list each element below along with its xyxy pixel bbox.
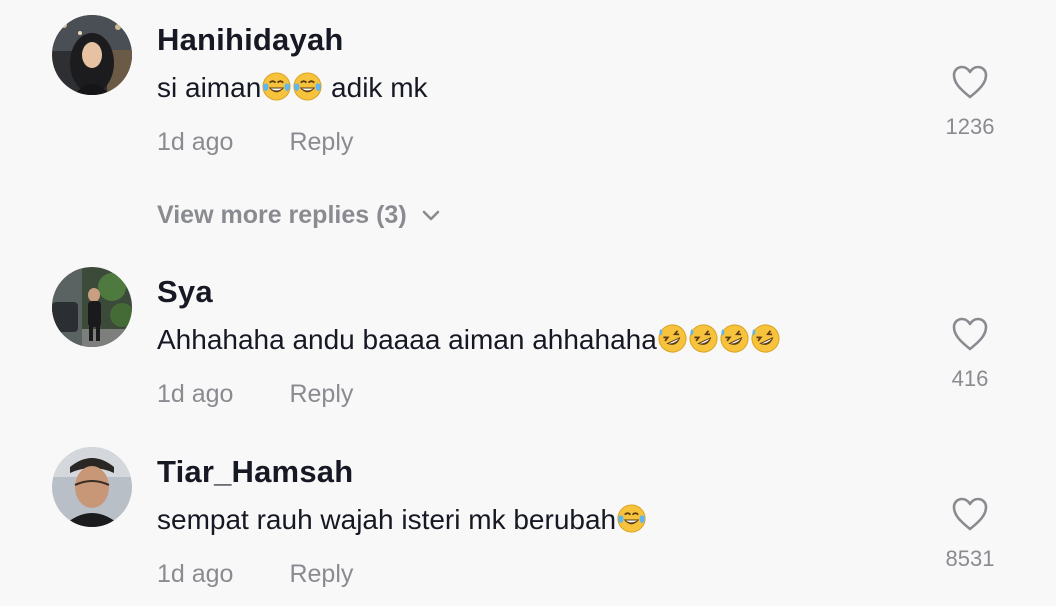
comment-username[interactable]: Tiar_Hamsah	[157, 454, 353, 490]
comment-time: 1d ago	[157, 380, 234, 408]
chevron-down-icon	[422, 211, 439, 221]
comment-meta: 1d ago Reply	[157, 379, 353, 409]
view-more-label: View more replies (3)	[157, 201, 407, 229]
tears-of-joy-icon	[616, 503, 647, 534]
comment-text-part: si aiman	[157, 72, 262, 103]
comment-text: Ahhahaha andu baaaa aiman ahhahaha	[157, 323, 781, 357]
heart-icon[interactable]	[951, 64, 989, 100]
avatar-image	[52, 267, 132, 347]
comment-meta: 1d ago Reply	[157, 559, 353, 589]
comment-username[interactable]: Sya	[157, 274, 213, 310]
tears-of-joy-icon	[292, 71, 323, 102]
view-more-replies-button[interactable]: View more replies (3)	[157, 200, 441, 230]
rolling-laughing-icon	[657, 323, 688, 354]
comment-text-part: sempat rauh wajah isteri mk berubah	[157, 504, 617, 535]
rolling-laughing-icon	[688, 323, 719, 354]
like-count: 1236	[945, 114, 995, 139]
heart-icon[interactable]	[951, 496, 989, 532]
avatar-image	[52, 447, 132, 527]
comment-text: si aiman adik mk	[157, 71, 428, 105]
comment-time: 1d ago	[157, 128, 234, 156]
heart-icon[interactable]	[951, 316, 989, 352]
reply-button[interactable]: Reply	[289, 127, 353, 157]
like-count: 8531	[945, 546, 995, 571]
comment-text: sempat rauh wajah isteri mk berubah	[157, 503, 647, 537]
comment-meta: 1d ago Reply	[157, 127, 353, 157]
comment-text-part: Ahhahaha andu baaaa aiman ahhahaha	[157, 324, 657, 355]
like-group: 1236	[930, 64, 1010, 140]
like-group: 8531	[930, 496, 1010, 572]
comment-text-suffix: adik mk	[323, 72, 428, 103]
like-group: 416	[930, 316, 1010, 392]
avatar[interactable]	[52, 447, 132, 527]
reply-button[interactable]: Reply	[289, 379, 353, 409]
avatar[interactable]	[52, 267, 132, 347]
tears-of-joy-icon	[261, 71, 292, 102]
reply-button[interactable]: Reply	[289, 559, 353, 589]
avatar-image	[52, 15, 132, 95]
like-count: 416	[951, 366, 989, 391]
comment-time: 1d ago	[157, 560, 234, 588]
rolling-laughing-icon	[750, 323, 781, 354]
rolling-laughing-icon	[719, 323, 750, 354]
comment-username[interactable]: Hanihidayah	[157, 22, 344, 58]
avatar[interactable]	[52, 15, 132, 95]
